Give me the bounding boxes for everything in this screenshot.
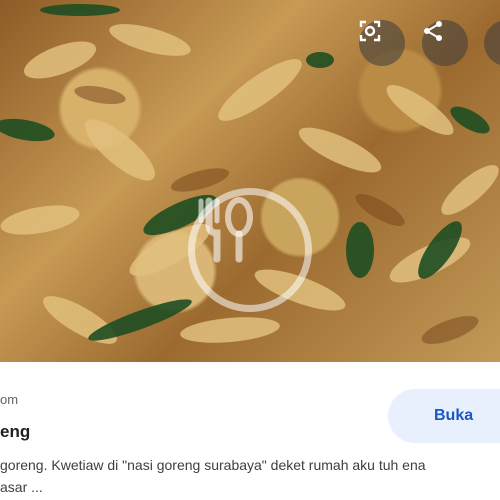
- result-description: goreng. Kwetiaw di "nasi goreng surabaya…: [0, 454, 500, 498]
- lens-icon: [359, 20, 381, 42]
- lens-button[interactable]: [359, 20, 405, 66]
- share-button[interactable]: [422, 20, 468, 66]
- source-site[interactable]: om: [0, 392, 18, 407]
- result-title[interactable]: eng: [0, 422, 30, 442]
- open-button[interactable]: Buka: [388, 389, 500, 443]
- result-image[interactable]: ⋮: [0, 0, 500, 362]
- description-line: goreng. Kwetiaw di "nasi goreng surabaya…: [0, 457, 426, 473]
- food-watermark-icon: [198, 197, 253, 263]
- description-line: asar ...: [0, 479, 43, 495]
- share-icon: [424, 21, 442, 41]
- watermark-logo: [188, 188, 312, 312]
